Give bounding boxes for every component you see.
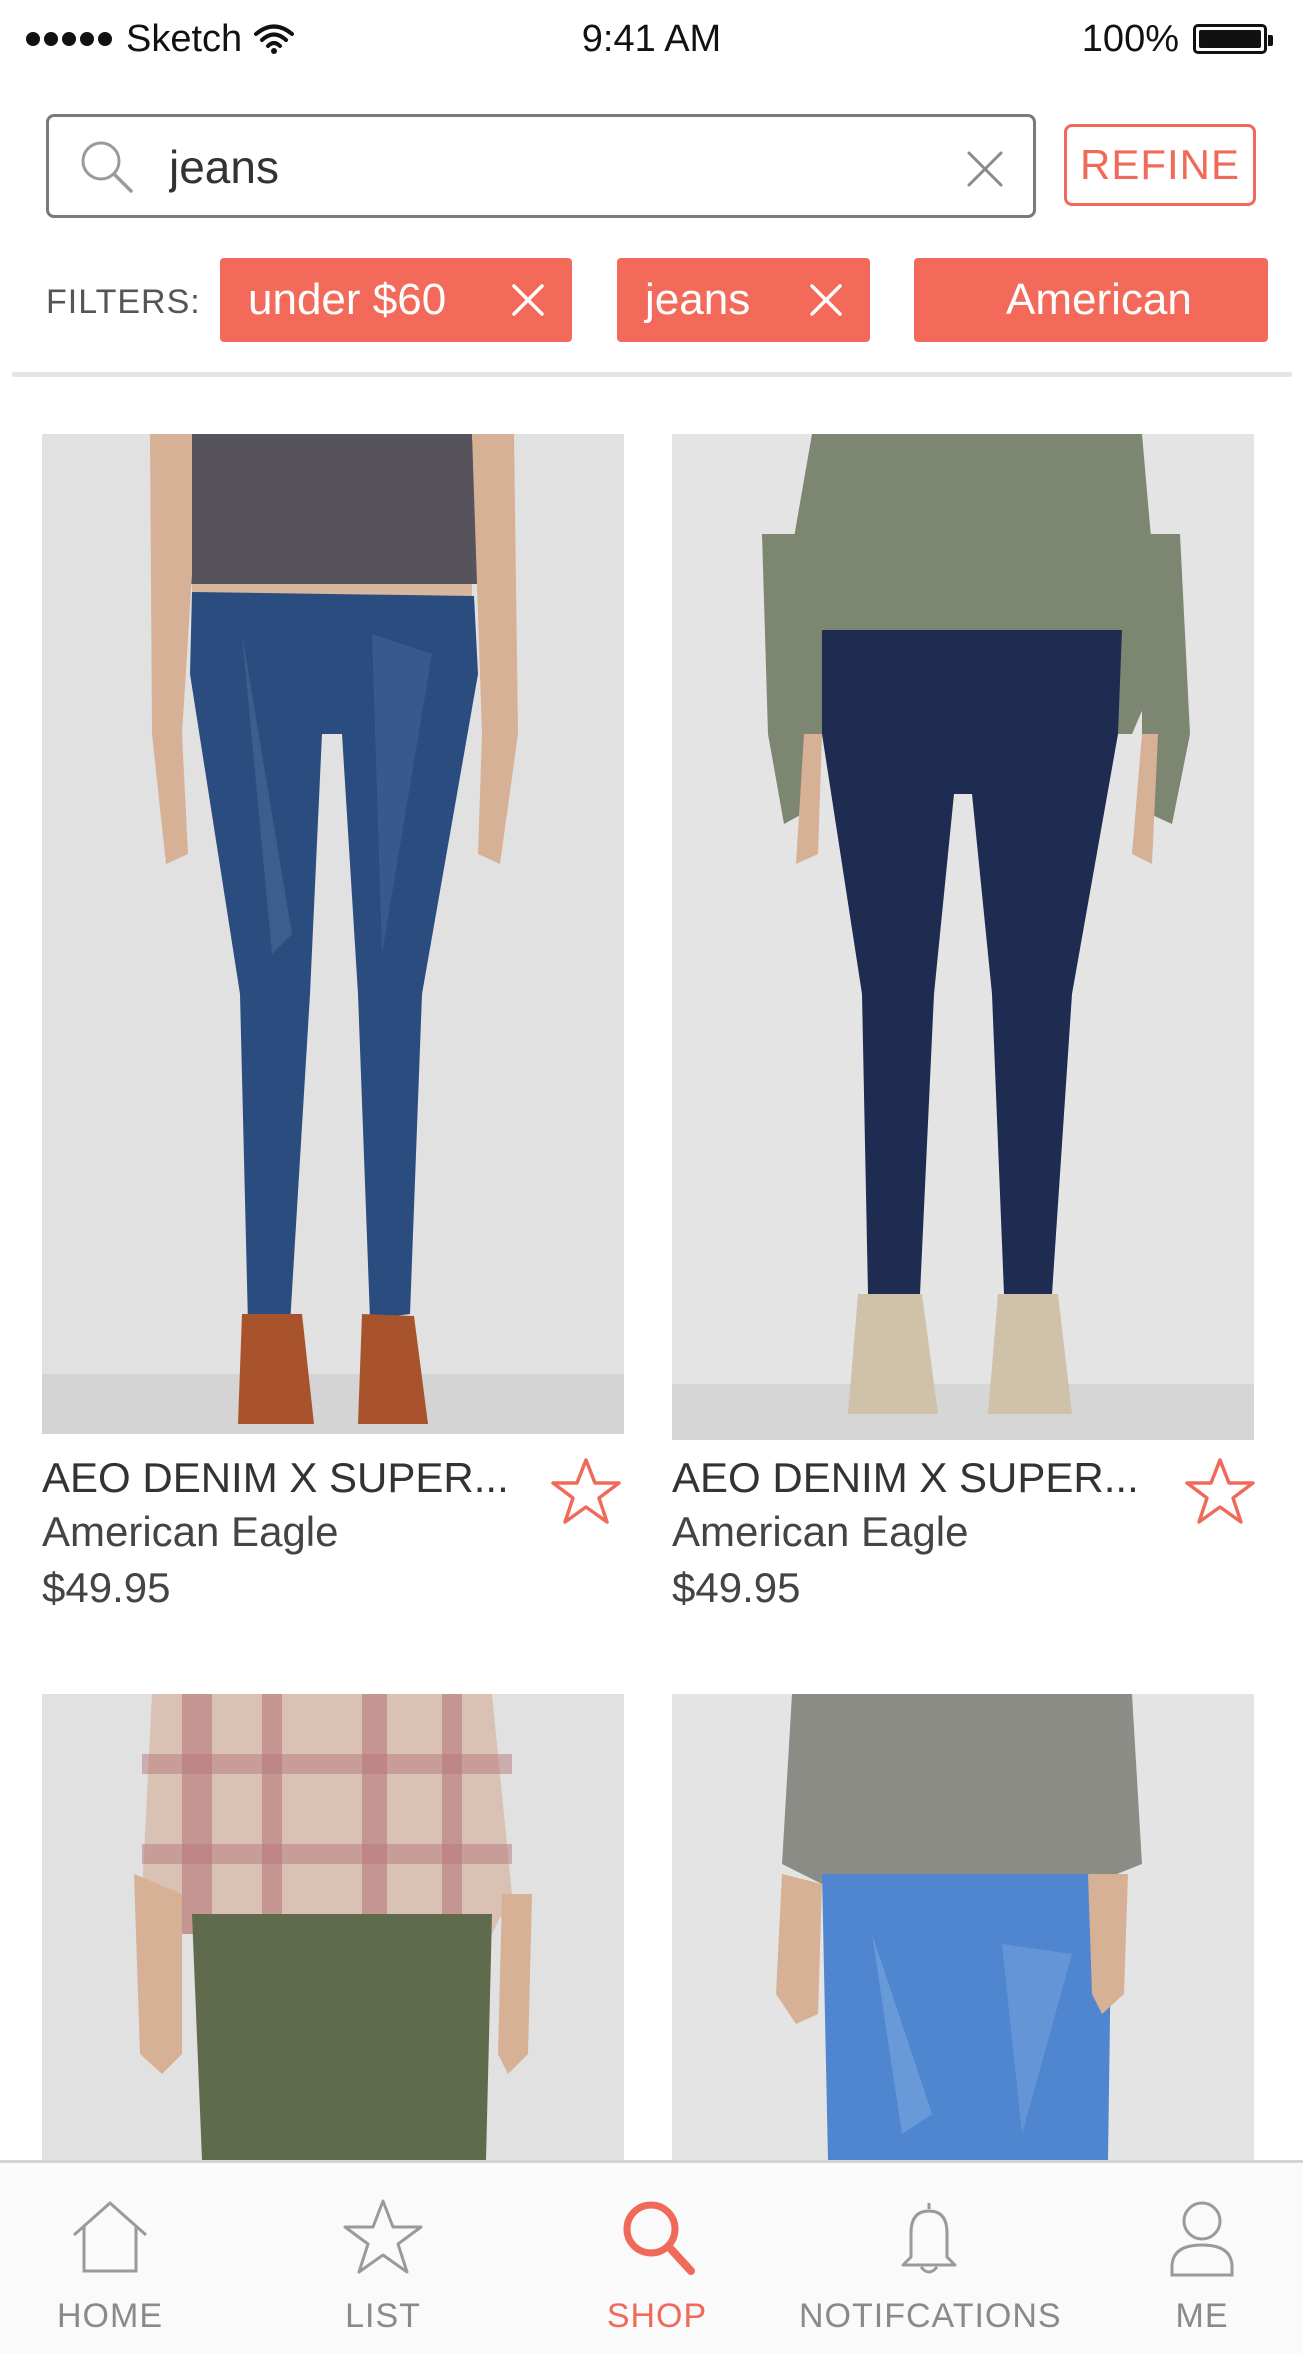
- filter-chip-under-60[interactable]: under $60: [220, 258, 572, 342]
- search-input[interactable]: [169, 131, 949, 203]
- product-price: $49.95: [672, 1564, 801, 1611]
- tab-label: HOME: [57, 2297, 163, 2335]
- filter-chip-jeans[interactable]: jeans: [617, 258, 870, 342]
- product-brand: American Eagle: [672, 1508, 969, 1555]
- product-brand: American Eagle: [42, 1508, 339, 1555]
- tab-list[interactable]: LIST: [253, 2163, 513, 2353]
- tab-bar: HOME LIST SHOP NOTIFCATIONS ME: [0, 2160, 1303, 2353]
- shop-screen: Sketch 9:41 AM 100% REFIN: [0, 0, 1303, 2353]
- product-image[interactable]: [42, 434, 624, 1434]
- close-icon[interactable]: [808, 282, 844, 318]
- product-card[interactable]: [42, 1694, 624, 2160]
- product-image[interactable]: [42, 1694, 624, 2160]
- home-icon: [73, 2201, 147, 2273]
- tab-label: SHOP: [606, 2297, 708, 2335]
- filters-row: FILTERS: under $60 jeans American: [0, 258, 1303, 346]
- product-name[interactable]: AEO DENIM X SUPER...: [672, 1454, 1139, 1502]
- filters-divider: [12, 372, 1292, 377]
- close-icon[interactable]: [510, 282, 546, 318]
- refine-button[interactable]: REFINE: [1064, 124, 1256, 206]
- product-card[interactable]: AEO DENIM X SUPER... American Eagle $49.…: [42, 434, 624, 1634]
- bell-icon: [901, 2203, 957, 2274]
- tab-notifications[interactable]: NOTIFCATIONS: [799, 2163, 1062, 2353]
- filter-chip-label: American: [1006, 275, 1192, 324]
- tab-shop[interactable]: SHOP: [527, 2163, 787, 2353]
- battery-icon: [1193, 24, 1273, 54]
- filters-label: FILTERS:: [46, 283, 201, 321]
- status-right: 100%: [1081, 12, 1273, 66]
- battery-percentage: 100%: [1081, 17, 1179, 60]
- tab-label: NOTIFCATIONS: [799, 2297, 1062, 2335]
- filter-chip-label: jeans: [645, 275, 751, 324]
- search-box[interactable]: [46, 114, 1036, 218]
- product-price: $49.95: [42, 1564, 171, 1611]
- filter-chip-label: under $60: [248, 275, 447, 324]
- battery-level: [1199, 30, 1261, 48]
- star-icon[interactable]: [1184, 1456, 1256, 1526]
- user-icon: [1170, 2201, 1234, 2277]
- tab-home[interactable]: HOME: [0, 2163, 240, 2353]
- filter-chip-american[interactable]: American: [914, 258, 1268, 342]
- search-icon: [623, 2201, 695, 2275]
- product-name[interactable]: AEO DENIM X SUPER...: [42, 1454, 509, 1502]
- star-icon[interactable]: [550, 1456, 622, 1526]
- tab-me[interactable]: ME: [1072, 2163, 1303, 2353]
- product-image[interactable]: [672, 1694, 1254, 2160]
- product-card[interactable]: AEO DENIM X SUPER... American Eagle $49.…: [672, 434, 1256, 1634]
- search-icon: [81, 141, 133, 193]
- product-image[interactable]: [672, 434, 1254, 1440]
- tab-label: LIST: [345, 2297, 421, 2335]
- star-icon: [343, 2199, 423, 2274]
- product-card[interactable]: [672, 1694, 1254, 2160]
- status-bar: Sketch 9:41 AM 100%: [0, 0, 1303, 78]
- clear-search-icon[interactable]: [965, 149, 1005, 189]
- tab-label: ME: [1175, 2297, 1229, 2335]
